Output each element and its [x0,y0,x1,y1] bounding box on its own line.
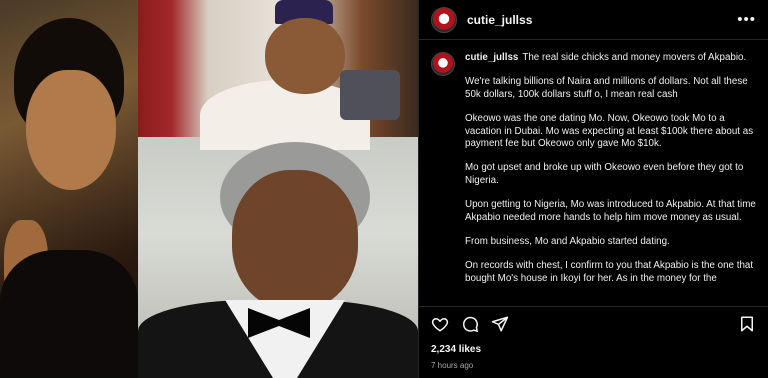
post-actions [419,306,768,340]
avatar[interactable] [431,6,457,33]
caption-username[interactable]: cutie_jullss [465,52,518,63]
caption-paragraph: Mo got upset and broke up with Okeowo ev… [465,162,744,186]
photo-microphone [340,70,400,120]
send-icon[interactable] [489,313,511,335]
caption-paragraph: Upon getting to Nigeria, Mo was introduc… [465,199,756,223]
post-header: cutie_jullss ••• [419,0,768,40]
post-caption: cutie_jullss The real side chicks and mon… [431,52,760,304]
post-media-collage[interactable] [0,0,418,378]
caption-paragraph: On records with chest, I confirm to you … [465,260,754,284]
instagram-post: cutie_jullss ••• cutie_jullss The real si… [0,0,768,378]
photo-woman [0,0,138,378]
photo-man-face [265,18,345,94]
post-side-panel: cutie_jullss ••• cutie_jullss The real si… [418,0,768,378]
caption-paragraph: cutie_jullss The real side chicks and mon… [465,52,760,64]
caption-avatar[interactable] [431,52,455,76]
post-username[interactable]: cutie_jullss [467,13,532,27]
heart-icon[interactable] [429,313,451,335]
photo-woman-face [26,70,116,190]
caption-paragraph: From business, Mo and Akpabio started da… [465,236,670,248]
comment-icon[interactable] [459,313,481,335]
bookmark-icon[interactable] [736,313,758,335]
caption-paragraph: Okeowo was the one dating Mo. Now, Okeow… [465,113,754,150]
post-timestamp[interactable]: 7 hours ago [431,361,473,370]
photo-woman-dress [0,250,138,378]
photo-tuxedo-face [232,170,358,310]
caption-paragraph: We're talking billions of Naira and mill… [465,76,748,100]
caption-text: The real side chicks and money movers of… [522,52,747,63]
more-horizontal-icon[interactable]: ••• [737,11,756,28]
likes-count[interactable]: 2,234 likes [431,344,481,355]
caption-body: cutie_jullss The real side chicks and mon… [465,52,760,304]
